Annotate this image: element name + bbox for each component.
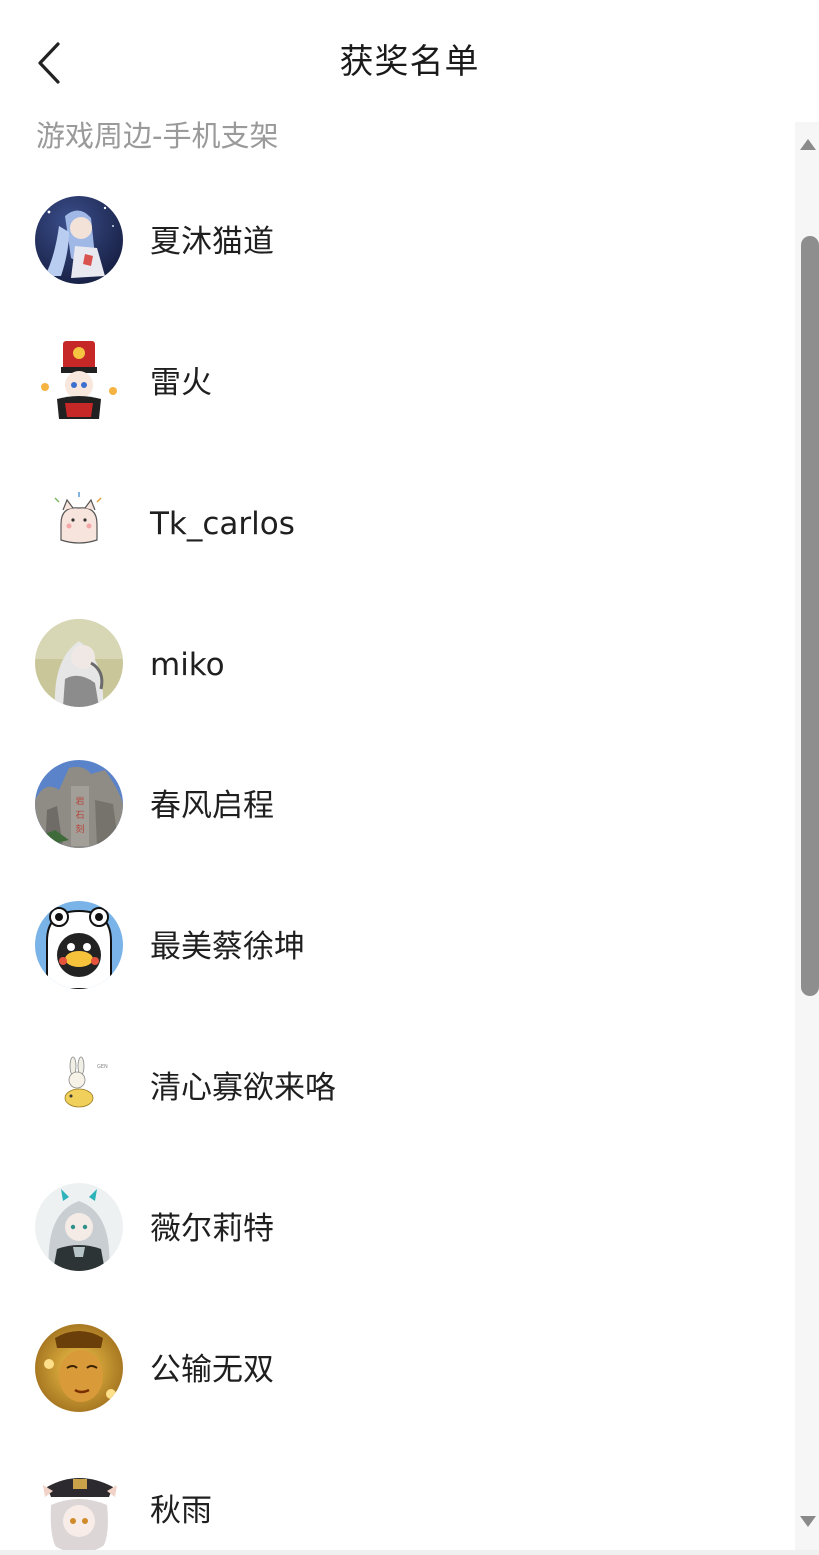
winner-name: 雷火 bbox=[150, 365, 212, 401]
officer-cap-chibi-avatar bbox=[35, 1465, 123, 1553]
list-item[interactable]: 雷火 bbox=[0, 311, 795, 452]
avatar[interactable] bbox=[35, 901, 123, 989]
duck-in-frog-hat-avatar bbox=[35, 901, 123, 989]
winner-list[interactable]: 夏沐猫道 雷火 Tk_carlos miko 岩 石 刻 春风启程 最美蔡徐坤 … bbox=[0, 170, 795, 1555]
page: 获奖名单 游戏周边-手机支架 夏沐猫道 雷火 Tk_carlos miko 岩 … bbox=[0, 0, 819, 1555]
carved-rock-landscape-avatar: 岩 石 刻 bbox=[35, 760, 123, 848]
list-item[interactable]: 最美蔡徐坤 bbox=[0, 875, 795, 1016]
list-item[interactable]: 公输无双 bbox=[0, 1298, 795, 1439]
avatar[interactable] bbox=[35, 196, 123, 284]
prize-category-label: 游戏周边-手机支架 bbox=[36, 119, 279, 153]
cute-cat-sticker-avatar bbox=[35, 478, 123, 566]
list-item[interactable]: Tk_carlos bbox=[0, 452, 795, 593]
winner-name: 夏沐猫道 bbox=[150, 224, 274, 260]
list-item[interactable]: miko bbox=[0, 593, 795, 734]
white-haired-anime-avatar bbox=[35, 619, 123, 707]
winner-name: 春风启程 bbox=[150, 788, 274, 824]
avatar[interactable] bbox=[35, 619, 123, 707]
winner-name: 秋雨 bbox=[150, 1493, 212, 1529]
svg-text:刻: 刻 bbox=[75, 823, 84, 835]
list-item[interactable]: GEN 清心寡欲来咯 bbox=[0, 1016, 795, 1157]
svg-text:GEN: GEN bbox=[97, 1064, 108, 1070]
list-item[interactable]: 薇尔莉特 bbox=[0, 1157, 795, 1298]
avatar[interactable] bbox=[35, 1183, 123, 1271]
winner-name: 公输无双 bbox=[150, 1352, 274, 1388]
scroll-thumb[interactable] bbox=[801, 236, 819, 996]
silver-haired-girl-avatar bbox=[35, 1183, 123, 1271]
bunny-riding-creature-avatar: GEN bbox=[35, 1042, 123, 1130]
chibi-hat-character-avatar bbox=[35, 337, 123, 425]
winner-name: 最美蔡徐坤 bbox=[150, 929, 305, 965]
vertical-scrollbar[interactable] bbox=[795, 122, 819, 1550]
avatar[interactable] bbox=[35, 478, 123, 566]
scroll-up-arrow-icon[interactable] bbox=[799, 136, 817, 152]
header-bar: 获奖名单 bbox=[0, 0, 819, 120]
winner-name: 薇尔莉特 bbox=[150, 1211, 274, 1247]
avatar[interactable]: GEN bbox=[35, 1042, 123, 1130]
winner-name: Tk_carlos bbox=[150, 506, 295, 542]
avatar[interactable] bbox=[35, 1465, 123, 1553]
page-title: 获奖名单 bbox=[339, 42, 480, 82]
avatar[interactable] bbox=[35, 337, 123, 425]
list-item[interactable]: 夏沐猫道 bbox=[0, 170, 795, 311]
svg-text:岩: 岩 bbox=[75, 795, 84, 807]
avatar[interactable]: 岩 石 刻 bbox=[35, 760, 123, 848]
list-item[interactable]: 秋雨 bbox=[0, 1439, 795, 1555]
avatar[interactable] bbox=[35, 1324, 123, 1412]
anime-girl-night-avatar bbox=[35, 196, 123, 284]
list-item[interactable]: 岩 石 刻 春风启程 bbox=[0, 734, 795, 875]
bottom-divider bbox=[0, 1550, 819, 1555]
winner-name: 清心寡欲来咯 bbox=[150, 1070, 336, 1106]
scroll-down-arrow-icon[interactable] bbox=[799, 1514, 817, 1530]
svg-text:石: 石 bbox=[75, 811, 84, 821]
winner-name: miko bbox=[150, 647, 225, 683]
golden-mask-avatar bbox=[35, 1324, 123, 1412]
